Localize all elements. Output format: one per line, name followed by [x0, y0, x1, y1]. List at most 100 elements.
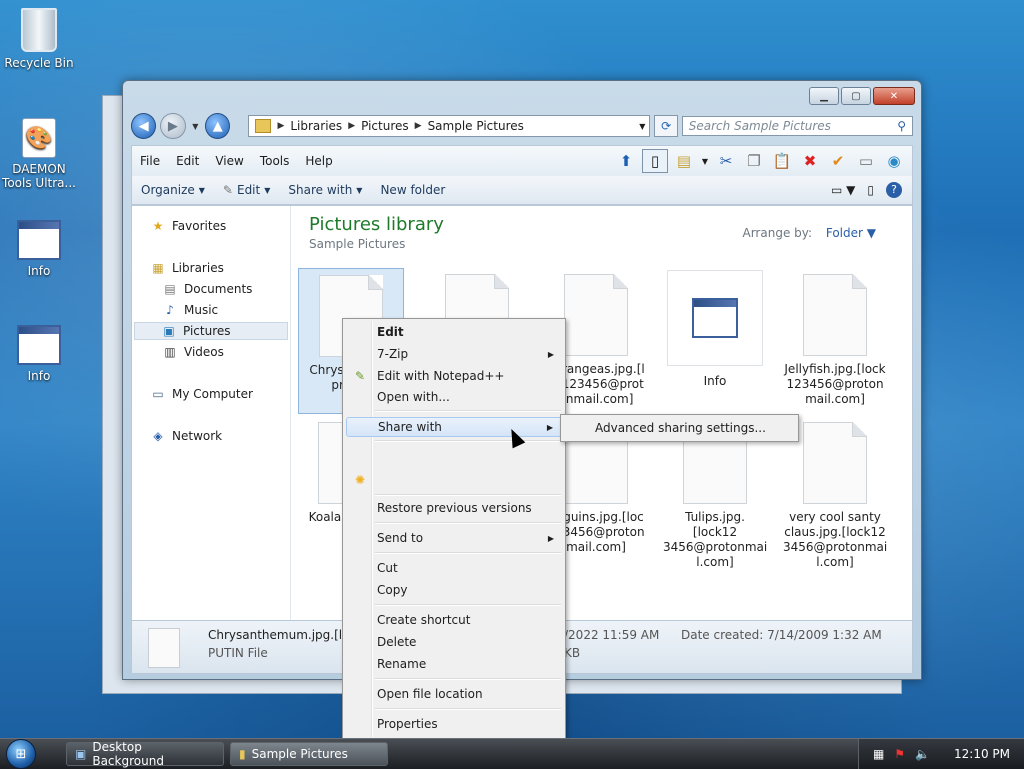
- refresh-button[interactable]: ⟳: [654, 115, 678, 137]
- address-bar[interactable]: ▶ Libraries ▶ Pictures ▶ Sample Pictures…: [248, 115, 651, 137]
- view-icon[interactable]: ▭: [854, 150, 878, 172]
- chevron-down-icon[interactable]: ▼: [639, 122, 645, 131]
- nav-favorites[interactable]: ★ Favorites: [150, 219, 227, 233]
- folders-pane-icon[interactable]: ▯: [642, 149, 668, 173]
- details-file-type: PUTIN File: [208, 646, 268, 660]
- search-input[interactable]: Search Sample Pictures ⚲: [681, 116, 913, 136]
- menu-item-open-with[interactable]: Open with...: [346, 387, 562, 407]
- edit-icon: ✎: [222, 183, 233, 197]
- up-button[interactable]: ▲: [205, 113, 231, 139]
- menu-item-edit[interactable]: Edit: [346, 322, 562, 342]
- nav-music[interactable]: ♪ Music: [162, 303, 218, 317]
- navigation-row: ◀ ▶ ▼ ▲ ▶ Libraries ▶ Pictures ▶ Sample …: [131, 113, 913, 139]
- arrange-by-dropdown[interactable]: Folder ▼: [826, 226, 876, 240]
- action-center-icon[interactable]: ⚑: [894, 747, 905, 761]
- menu-item-share-with[interactable]: Share with ▶: [346, 417, 562, 437]
- clock[interactable]: 12:10 PM: [954, 747, 1010, 761]
- maximize-button[interactable]: ▢: [841, 87, 871, 105]
- folder-icon: ▮: [239, 747, 246, 761]
- menu-item-advanced-sharing[interactable]: Advanced sharing settings...: [564, 418, 795, 438]
- documents-icon: ▤: [164, 282, 176, 296]
- chevron-right-icon: ▶: [547, 349, 554, 359]
- view-options-icon[interactable]: ▭ ▼: [831, 183, 855, 197]
- edit-command-button[interactable]: ✎ Edit ▼: [214, 183, 279, 197]
- menu-tools[interactable]: Tools: [252, 154, 298, 168]
- history-dropdown[interactable]: ▼: [190, 122, 202, 131]
- details-date-created: Date created: 7/14/2009 1:32 AM: [681, 628, 882, 642]
- folder-options-icon[interactable]: ▤: [672, 150, 696, 172]
- nav-network[interactable]: ◈ Network: [150, 429, 222, 443]
- breadcrumb-pictures[interactable]: Pictures: [361, 119, 409, 133]
- menu-item-open-file-location[interactable]: Open file location: [346, 684, 562, 704]
- preview-pane-icon[interactable]: ▯: [867, 183, 874, 197]
- copy-icon[interactable]: ❐: [742, 150, 766, 172]
- desktop-icon-info-1[interactable]: Info: [1, 220, 77, 278]
- desktop-icon-info-2[interactable]: Info: [1, 325, 77, 383]
- taskbar-item-sample-pictures[interactable]: ▮ Sample Pictures: [230, 742, 388, 766]
- menu-view[interactable]: View: [207, 154, 251, 168]
- search-icon: ⚲: [897, 119, 906, 133]
- organize-button[interactable]: Organize ▼: [132, 183, 214, 197]
- library-subtitle: Sample Pictures: [309, 237, 406, 251]
- windows-logo-icon: ⊞: [6, 739, 36, 769]
- toolbar-icons: ⬆ ▯ ▤ ▼ ✂ ❐ 📋 ✖ ✔ ▭ ◉: [614, 149, 912, 173]
- desktop-icon-daemon-tools[interactable]: 🎨 DAEMON Tools Ultra...: [1, 118, 77, 190]
- properties-check-icon[interactable]: ✔: [826, 150, 850, 172]
- nav-documents[interactable]: ▤ Documents: [162, 282, 252, 296]
- close-button[interactable]: ✕: [873, 87, 915, 105]
- network-icon[interactable]: ▦: [873, 747, 884, 761]
- desktop-icon-label: Info: [27, 264, 51, 278]
- menu-file[interactable]: File: [132, 154, 168, 168]
- nav-libraries[interactable]: ▦ Libraries: [150, 261, 224, 275]
- arrange-by: Arrange by: Folder ▼: [742, 226, 877, 240]
- file-icon: [803, 422, 867, 504]
- daemon-tools-icon: 🎨: [22, 118, 56, 158]
- menu-item-blank[interactable]: ✺: [346, 469, 562, 491]
- help-icon[interactable]: ?: [886, 182, 902, 198]
- chevron-right-icon: ▶: [414, 121, 422, 131]
- desktop-icon-label: Recycle Bin: [4, 56, 74, 70]
- chevron-down-icon: ▼: [198, 185, 205, 195]
- breadcrumb-libraries[interactable]: Libraries: [290, 119, 342, 133]
- menu-item-send-to[interactable]: Send to ▶: [346, 528, 562, 548]
- menu-item-cut[interactable]: Cut: [346, 558, 562, 578]
- taskbar-item-desktop-background[interactable]: ▣ Desktop Background: [66, 740, 224, 768]
- nav-pictures[interactable]: ▣ Pictures: [134, 322, 288, 340]
- breadcrumb-sample-pictures[interactable]: Sample Pictures: [428, 119, 524, 133]
- forward-button[interactable]: ▶: [160, 113, 186, 139]
- globe-icon[interactable]: ◉: [882, 150, 906, 172]
- cut-icon[interactable]: ✂: [714, 150, 738, 172]
- menu-item-copy[interactable]: Copy: [346, 580, 562, 600]
- chevron-down-icon: ▼: [264, 185, 271, 195]
- file-tile-info[interactable]: Info: [663, 268, 767, 389]
- sun-icon: ✺: [354, 473, 366, 487]
- chevron-down-icon[interactable]: ▼: [700, 150, 710, 172]
- menu-edit[interactable]: Edit: [168, 154, 207, 168]
- menu-item-edit-notepad[interactable]: ✎ Edit with Notepad++: [346, 366, 562, 386]
- menu-item-delete[interactable]: Delete: [346, 632, 562, 652]
- menu-item-properties[interactable]: Properties: [346, 714, 562, 734]
- menu-help[interactable]: Help: [297, 154, 340, 168]
- computer-icon: ▭: [152, 387, 164, 401]
- volume-icon[interactable]: 🔈: [915, 747, 930, 761]
- details-file-name: Chrysanthemum.jpg.[loc: [208, 628, 357, 642]
- menu-item-create-shortcut[interactable]: Create shortcut: [346, 610, 562, 630]
- file-icon: [803, 274, 867, 356]
- paste-icon[interactable]: 📋: [770, 150, 794, 172]
- desktop-icon-recycle-bin[interactable]: Recycle Bin: [1, 8, 77, 70]
- new-folder-button[interactable]: New folder: [371, 183, 454, 197]
- menu-item-rename[interactable]: Rename: [346, 654, 562, 674]
- nav-videos[interactable]: ▥ Videos: [162, 345, 224, 359]
- nav-my-computer[interactable]: ▭ My Computer: [150, 387, 253, 401]
- menu-item-restore-versions[interactable]: Restore previous versions: [346, 498, 562, 518]
- menu-item-7zip[interactable]: 7-Zip ▶: [346, 344, 562, 364]
- share-with-button[interactable]: Share with ▼: [279, 183, 371, 197]
- chevron-right-icon: ▶: [348, 121, 356, 131]
- back-button[interactable]: ◀: [131, 113, 157, 139]
- file-tile-jellyfish[interactable]: Jellyfish.jpg.[lock 123456@proton mail.c…: [783, 268, 887, 407]
- up-folder-icon[interactable]: ⬆: [614, 150, 638, 172]
- start-button[interactable]: ⊞: [0, 739, 42, 769]
- videos-icon: ▥: [164, 345, 176, 359]
- delete-icon[interactable]: ✖: [798, 150, 822, 172]
- minimize-button[interactable]: ▁: [809, 87, 839, 105]
